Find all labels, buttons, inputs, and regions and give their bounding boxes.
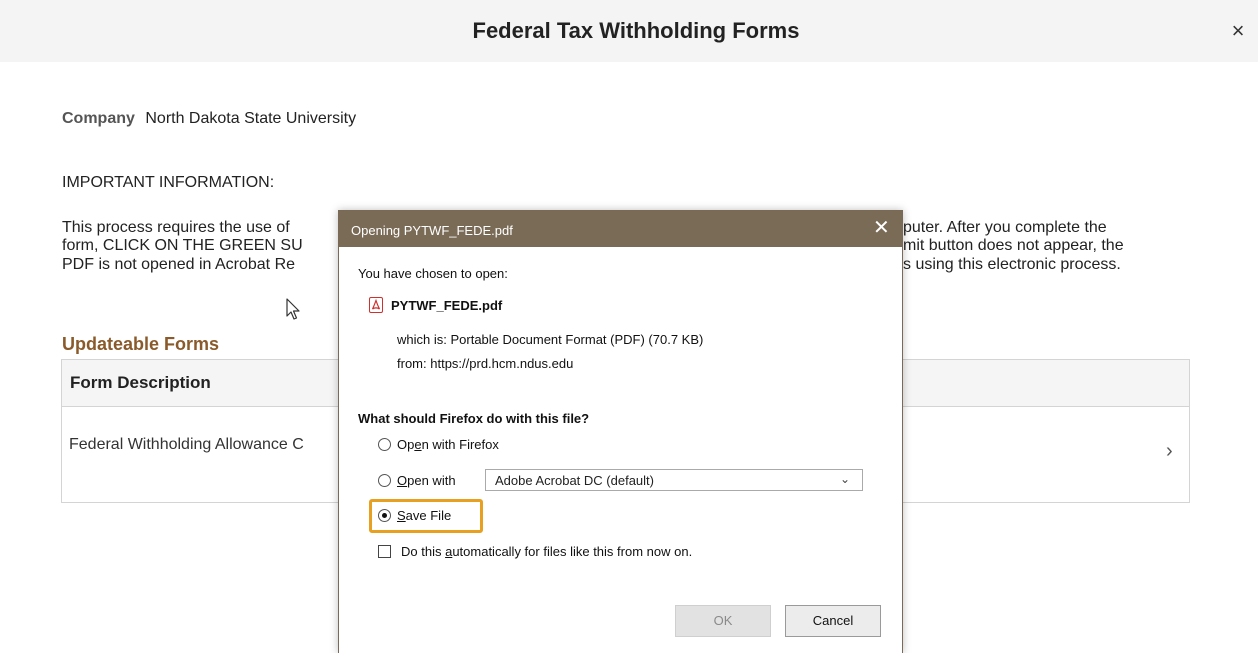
company-value: North Dakota State University [145,110,357,127]
info-line-left-1: This process requires the use of [62,219,290,236]
chevron-down-icon: ⌄ [840,472,851,486]
save-file-label[interactable]: Save File [397,508,451,523]
accelerator-key: e [414,437,422,452]
page-title: Federal Tax Withholding Forms [472,18,800,43]
label-part: Do this [401,544,446,559]
accelerator-key: S [397,508,406,523]
open-with-label[interactable]: Open with [397,473,456,488]
download-dialog: Opening PYTWF_FEDE.pdf ✕ You have chosen… [338,210,903,653]
mouse-pointer-icon [286,298,300,320]
label-part: ave File [405,508,452,523]
file-name: PYTWF_FEDE.pdf [391,298,503,313]
section-title-updateable-forms: Updateable Forms [62,334,220,354]
table-row[interactable]: Federal Withholding Allowance C [69,436,304,454]
dialog-title: Opening PYTWF_FEDE.pdf [351,223,513,238]
radio-selected-dot [382,513,387,518]
chosen-to-open-label: You have chosen to open: [358,266,508,281]
dialog-titlebar[interactable]: Opening PYTWF_FEDE.pdf ✕ [339,211,902,247]
pdf-file-icon [369,297,383,313]
page-header: Federal Tax Withholding Forms × [0,0,1258,62]
which-is-value: Portable Document Format (PDF) (70.7 KB) [450,332,704,347]
info-line-right-3: s using this electronic process. [903,256,1121,273]
close-icon[interactable]: × [1228,20,1248,42]
cancel-button[interactable]: Cancel [785,605,881,637]
which-is-label: which is: [397,332,447,347]
auto-action-checkbox[interactable] [378,545,391,558]
radio-open-with-firefox[interactable] [378,438,391,451]
label-part: n with Firefox [421,437,499,452]
open-with-app-select[interactable]: Adobe Acrobat DC (default) ⌄ [485,469,863,491]
company-label: Company [62,110,135,127]
label-part: utomatically for files like this from no… [452,544,693,559]
info-line-left-3: PDF is not opened in Acrobat Re [62,256,296,273]
label-part: pen with [407,473,456,488]
from-row: from: https://prd.hcm.ndus.edu [397,356,573,371]
column-header-form-description: Form Description [70,373,211,392]
important-heading: IMPORTANT INFORMATION: [62,174,275,191]
info-line-left-2: form, CLICK ON THE GREEN SU [62,237,303,254]
radio-save-file[interactable] [378,509,391,522]
chevron-right-icon[interactable]: › [1166,440,1173,463]
radio-open-with[interactable] [378,474,391,487]
company-row: Company North Dakota State University [62,110,356,128]
label-part: Op [397,437,415,452]
action-question: What should Firefox do with this file? [358,411,590,426]
dialog-close-icon[interactable]: ✕ [873,218,890,238]
from-label: from: [397,356,427,371]
info-line-right-2: mit button does not appear, the [903,237,1124,254]
which-is-row: which is: Portable Document Format (PDF)… [397,332,703,347]
ok-button[interactable]: OK [675,605,771,637]
from-value: https://prd.hcm.ndus.edu [430,356,574,371]
open-with-firefox-label[interactable]: Open with Firefox [397,437,499,452]
open-with-app-value: Adobe Acrobat DC (default) [495,473,654,488]
auto-action-label[interactable]: Do this automatically for files like thi… [401,544,692,559]
info-line-right-1: puter. After you complete the [903,219,1107,236]
accelerator-key: O [397,473,408,488]
